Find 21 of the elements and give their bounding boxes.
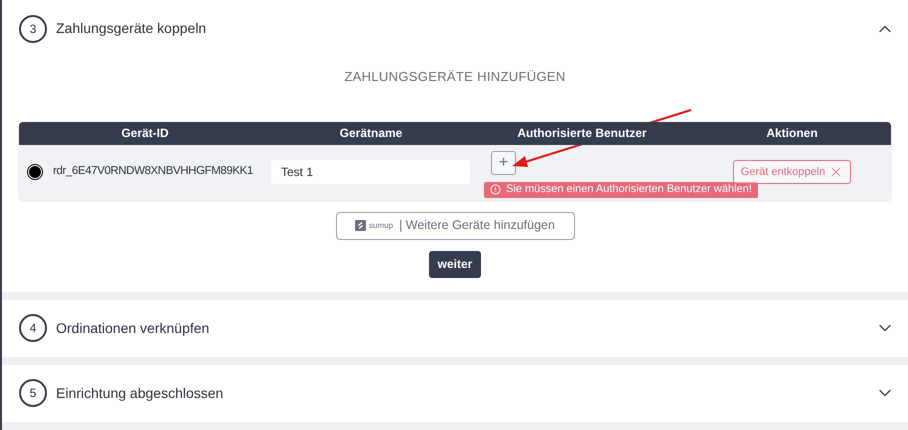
section-title[interactable]: Ordinationen verknüpfen: [56, 318, 210, 338]
column-header: Authorisierte Benutzer: [516, 125, 648, 142]
column-header: Gerätname: [338, 125, 404, 142]
column-header: Aktionen: [765, 125, 819, 142]
sumup-logo-icon: [355, 220, 366, 231]
section-title[interactable]: Einrichtung abgeschlossen: [56, 382, 224, 404]
radio-button[interactable]: [27, 164, 43, 180]
sumup-logo: sumup: [355, 220, 394, 232]
device-id: rdr_6E47V0RNDW8XNBVHHGFM89KK1: [53, 164, 253, 180]
error-message: Sie müssen einen Authorisierten Benutzer wählen!: [484, 182, 758, 198]
column-header: Gerät-ID: [120, 125, 170, 142]
add-user-button[interactable]: +: [491, 150, 516, 174]
section-heading: ZAHLUNGSGERÄTE HINZUFÜGEN: [343, 68, 567, 86]
device-name-field[interactable]: Test 1: [271, 160, 470, 184]
step-number: 5: [19, 379, 47, 407]
step-number: 4: [19, 314, 47, 342]
section-title[interactable]: Zahlungsgeräte koppeln: [56, 18, 206, 39]
add-devices-button[interactable]: sumup | Weitere Geräte hinzufügen: [336, 212, 574, 240]
alert-icon: [490, 184, 501, 195]
next-button[interactable]: weiter: [428, 250, 482, 278]
step-number: 3: [19, 14, 47, 42]
